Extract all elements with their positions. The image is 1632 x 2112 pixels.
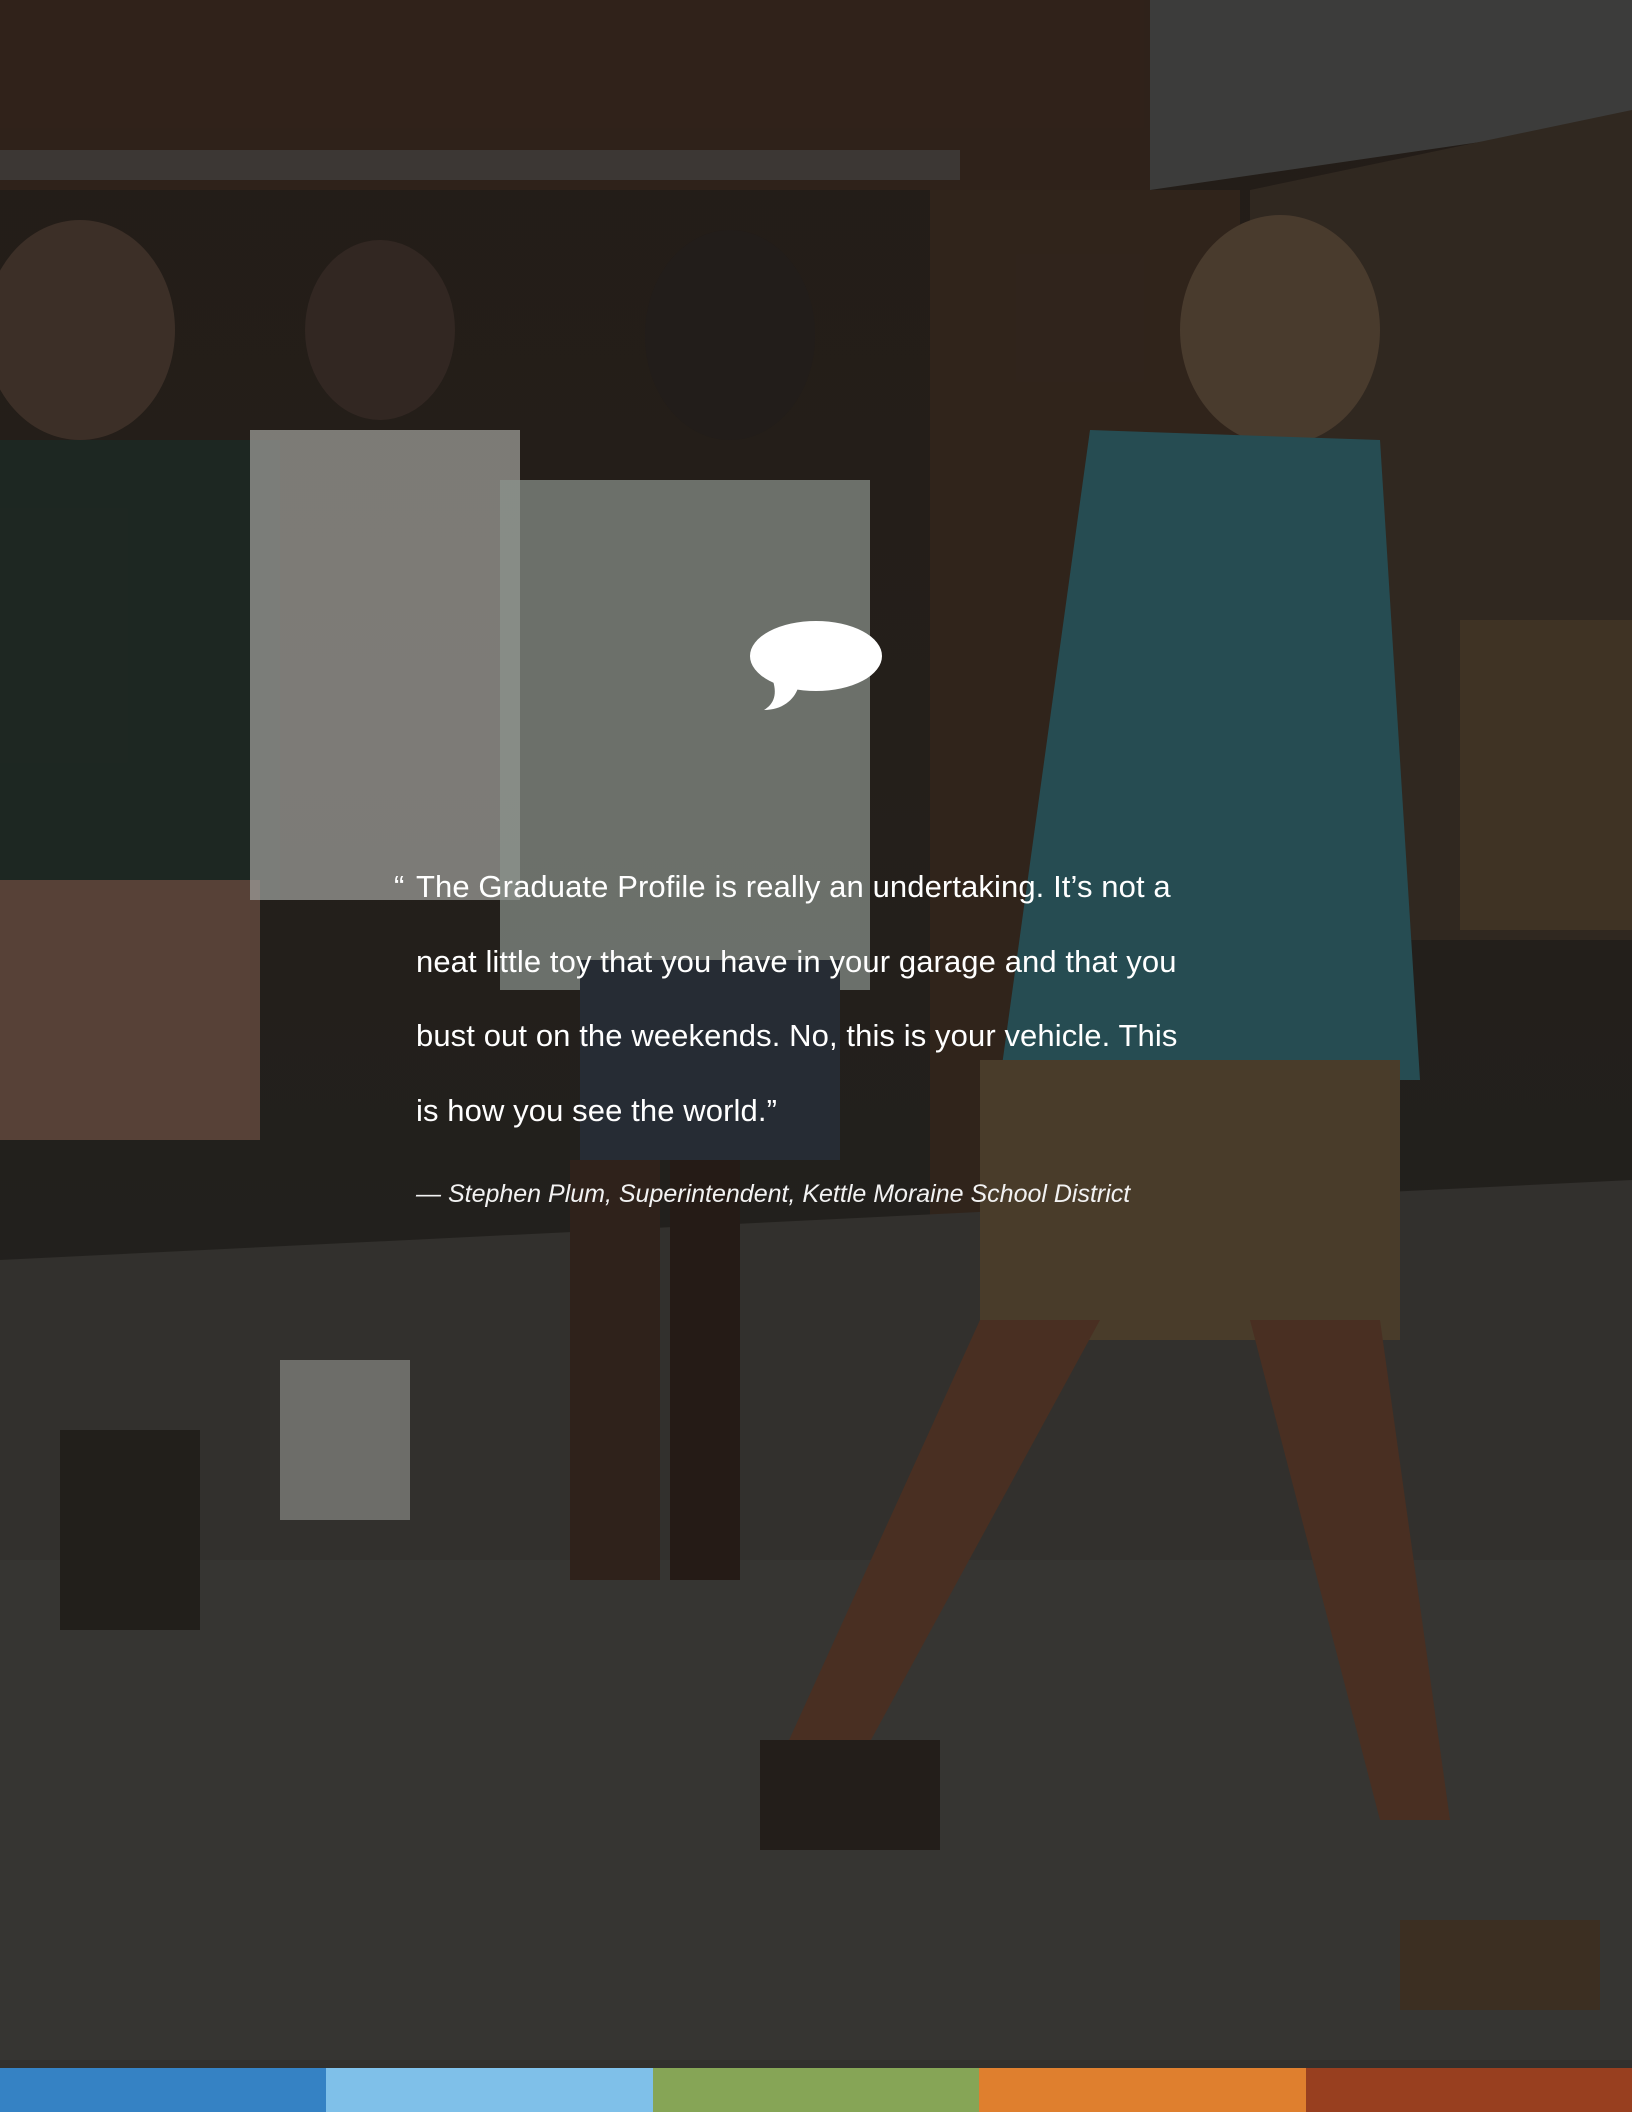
color-bar-segment xyxy=(326,2068,653,2112)
footer-color-bar xyxy=(0,2068,1632,2112)
quote-line: neat little toy that you have in your ga… xyxy=(416,943,1177,979)
color-bar-segment xyxy=(0,2068,327,2112)
color-bar-segment xyxy=(1305,2068,1632,2112)
quote-line: bust out on the weekends. No, this is yo… xyxy=(416,1018,1178,1053)
quote-attribution: — Stephen Plum, Superintendent, Kettle M… xyxy=(416,1180,1131,1208)
quote-line: is how you see the world.” xyxy=(416,1092,777,1128)
speech-bubble-icon xyxy=(748,620,884,712)
pull-quote: “ The Graduate Profile is really an unde… xyxy=(394,850,1234,1148)
quote-line: The Graduate Profile is really an undert… xyxy=(416,869,1171,904)
quote-open-mark: “ xyxy=(394,869,405,904)
color-bar-segment xyxy=(979,2068,1306,2112)
color-bar-segment xyxy=(652,2068,980,2112)
